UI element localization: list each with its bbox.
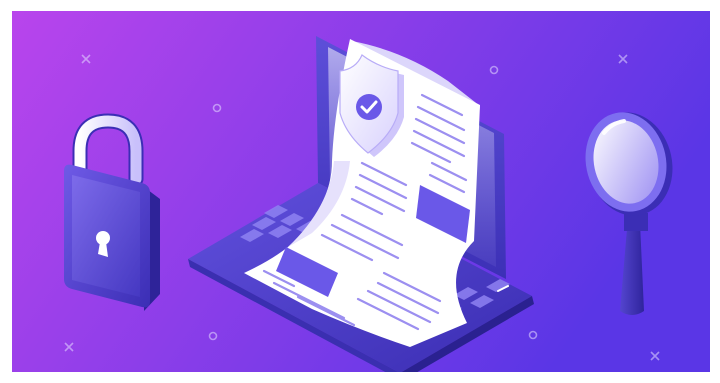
security-illustration-banner <box>12 11 710 372</box>
security-illustration <box>12 11 710 372</box>
image-frame <box>0 0 720 383</box>
